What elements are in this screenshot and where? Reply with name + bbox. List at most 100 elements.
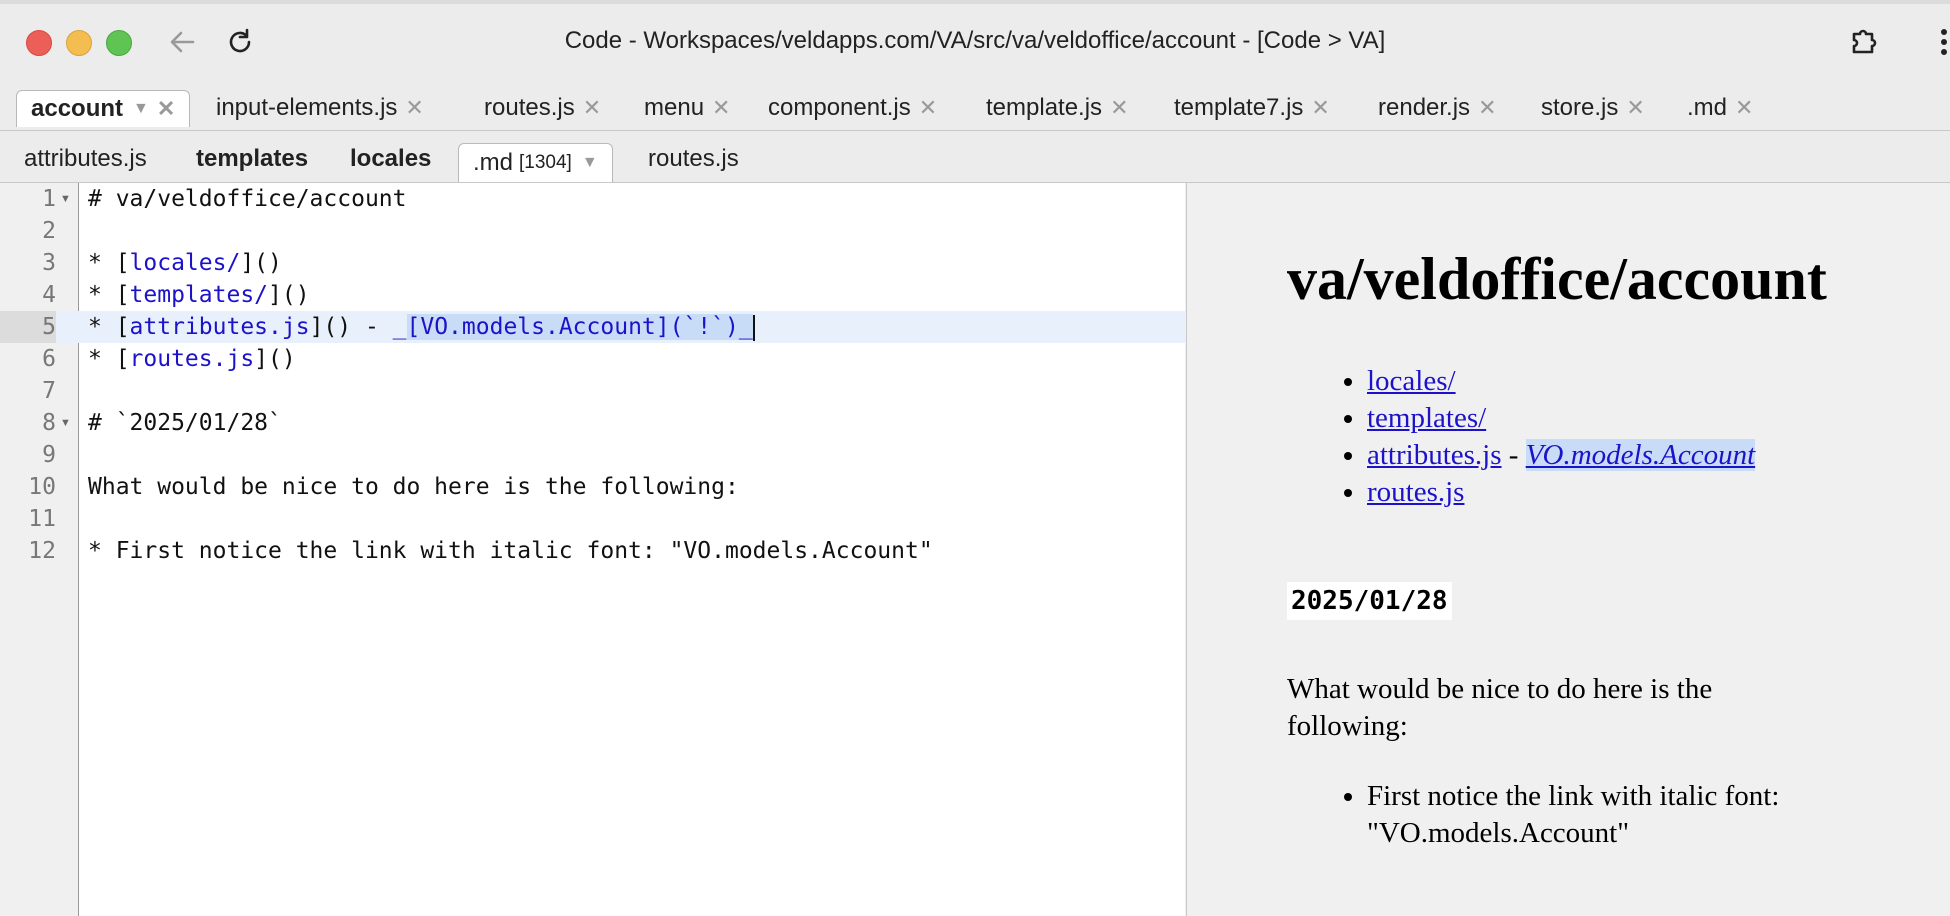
- md-link-text: locales/: [129, 250, 241, 276]
- link-routes[interactable]: routes.js: [1367, 476, 1464, 508]
- tab-md-active[interactable]: .md [1304] ▼: [458, 143, 613, 182]
- close-icon[interactable]: ✕: [1478, 95, 1496, 121]
- md-link-close: ]() -: [309, 314, 393, 340]
- tab-component[interactable]: component.js ✕: [768, 90, 937, 126]
- tab-label: locales: [350, 145, 432, 172]
- list-item: First notice the link with italic font: …: [1367, 778, 1927, 852]
- tab-locales[interactable]: locales: [350, 141, 431, 177]
- tab-label: template.js: [986, 94, 1103, 121]
- link-locales[interactable]: locales/: [1367, 365, 1456, 397]
- chevron-down-icon[interactable]: ▼: [133, 100, 149, 118]
- editor-line[interactable]: 3 * [locales/](): [0, 247, 1185, 279]
- editor-line[interactable]: 2: [0, 215, 1185, 247]
- tab-md[interactable]: .md ✕: [1687, 90, 1753, 126]
- line-number: 5: [0, 311, 56, 343]
- editor-line[interactable]: 8 ▼ # `2025/01/28`: [0, 407, 1185, 439]
- more-vert-icon[interactable]: [1932, 22, 1950, 62]
- line-number: 2: [42, 218, 56, 244]
- line-number: 1: [42, 186, 56, 212]
- tab-label: render.js: [1378, 94, 1471, 121]
- editor-line[interactable]: 12 * First notice the link with italic f…: [0, 535, 1185, 567]
- tab-input-elements[interactable]: input-elements.js ✕: [216, 90, 424, 126]
- editor-line[interactable]: 7: [0, 375, 1185, 407]
- line-text: # va/veldoffice/account: [88, 186, 407, 212]
- tab-label: menu: [644, 94, 705, 121]
- tab-label: attributes.js: [24, 145, 147, 172]
- close-icon[interactable]: ✕: [1735, 95, 1753, 121]
- tab-label: .md: [1687, 94, 1728, 121]
- editor-line[interactable]: 10 What would be nice to do here is the …: [0, 471, 1185, 503]
- line-text: What would be nice to do here is the fol…: [88, 474, 739, 500]
- close-icon[interactable]: ✕: [919, 95, 937, 121]
- tab-render[interactable]: render.js ✕: [1378, 90, 1497, 126]
- editor-line-current[interactable]: 5 * [attributes.js]() - _[VO.models.Acco…: [0, 311, 1185, 343]
- tab-label: routes.js: [648, 145, 739, 172]
- tab-routes-secondary[interactable]: routes.js: [648, 141, 739, 177]
- fold-arrow-icon[interactable]: ▼: [60, 183, 71, 215]
- tab-label: .md: [473, 149, 514, 176]
- close-icon[interactable]: ✕: [583, 95, 601, 121]
- markdown-preview: va/veldoffice/account locales/ templates…: [1186, 183, 1950, 916]
- primary-tab-bar: account ▼ ✕ input-elements.js ✕ routes.js…: [0, 84, 1950, 131]
- preview-paragraph: What would be nice to do here is the fol…: [1287, 673, 1713, 742]
- line-number: 4: [42, 282, 56, 308]
- preview-link-list: locales/ templates/ attributes.js - VO.m…: [1287, 363, 1756, 511]
- tab-size-badge: [1304]: [519, 152, 572, 173]
- preview-bullet-list: First notice the link with italic font: …: [1287, 778, 1927, 852]
- md-bullet: * [: [88, 314, 130, 340]
- close-icon[interactable]: ✕: [405, 95, 423, 121]
- close-icon[interactable]: ✕: [1110, 95, 1128, 121]
- editor-line[interactable]: 9: [0, 439, 1185, 471]
- tab-label: input-elements.js: [216, 94, 398, 121]
- editor-line[interactable]: 4 * [templates/](): [0, 279, 1185, 311]
- editor-line[interactable]: 1 ▼ # va/veldoffice/account: [0, 183, 1185, 215]
- link-vo-models-account[interactable]: VO.models.Account: [1525, 439, 1756, 471]
- md-bullet: * [: [88, 250, 130, 276]
- md-link-text: templates/: [129, 282, 269, 308]
- md-italic-marker: _: [392, 314, 407, 340]
- line-number: 9: [42, 442, 56, 468]
- code-editor[interactable]: 1 ▼ # va/veldoffice/account 2 3 * [local…: [0, 183, 1185, 916]
- tab-label: templates: [196, 145, 309, 172]
- close-icon[interactable]: ✕: [157, 96, 175, 122]
- tab-templates[interactable]: templates: [196, 141, 308, 177]
- tab-label: store.js: [1541, 94, 1619, 121]
- close-icon[interactable]: ✕: [1626, 95, 1644, 121]
- tab-template7[interactable]: template7.js ✕: [1174, 90, 1330, 126]
- line-text: * First notice the link with italic font…: [88, 538, 933, 564]
- tab-store[interactable]: store.js ✕: [1541, 90, 1645, 126]
- preview-heading: va/veldoffice/account: [1287, 246, 1827, 312]
- text-cursor: [752, 314, 755, 341]
- editor-line[interactable]: 6 * [routes.js](): [0, 343, 1185, 375]
- tab-routes[interactable]: routes.js ✕: [484, 90, 601, 126]
- editor-line[interactable]: 11: [0, 503, 1185, 535]
- md-link-close: ](): [240, 250, 282, 276]
- md-link-close: ](): [268, 282, 310, 308]
- link-templates[interactable]: templates/: [1367, 402, 1486, 434]
- tab-account[interactable]: account ▼ ✕: [16, 90, 191, 127]
- list-item: templates/: [1367, 400, 1755, 437]
- tab-label: routes.js: [484, 94, 575, 121]
- fold-arrow-icon[interactable]: ▼: [60, 407, 71, 439]
- line-text: * [attributes.js]() - _[VO.models.Accoun…: [88, 311, 755, 343]
- close-icon[interactable]: ✕: [712, 95, 730, 121]
- window-title: Code - Workspaces/veldapps.com/VA/src/va…: [564, 27, 1386, 54]
- extension-icon[interactable]: [1848, 24, 1884, 60]
- secondary-tab-bar: attributes.js templates locales .md [130…: [0, 131, 1950, 183]
- line-number: 12: [28, 538, 56, 564]
- chevron-down-icon[interactable]: ▼: [582, 154, 598, 172]
- tab-attributes[interactable]: attributes.js: [24, 141, 147, 177]
- title-bar: Code - Workspaces/veldapps.com/VA/src/va…: [0, 0, 1950, 84]
- separator-text: -: [1501, 439, 1526, 471]
- line-number: 3: [42, 250, 56, 276]
- line-text: # `2025/01/28`: [88, 410, 282, 436]
- close-icon[interactable]: ✕: [1311, 95, 1329, 121]
- tab-menu[interactable]: menu ✕: [644, 90, 730, 126]
- link-attributes[interactable]: attributes.js: [1367, 439, 1502, 471]
- list-item: attributes.js - VO.models.Account: [1367, 437, 1756, 474]
- tab-template[interactable]: template.js ✕: [986, 90, 1129, 126]
- line-number: 8: [42, 410, 56, 436]
- list-item: locales/: [1367, 363, 1755, 400]
- preview-date-code: 2025/01/28: [1287, 582, 1452, 620]
- selected-text: [VO.models.Account](`!`)_: [406, 314, 753, 340]
